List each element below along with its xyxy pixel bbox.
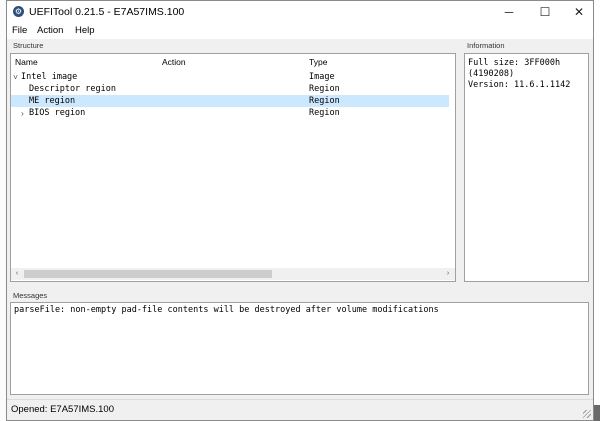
- tree-row-type: Region: [309, 108, 340, 118]
- tree-row-name: Descriptor region: [29, 84, 116, 94]
- tree-row-type: Region: [309, 96, 340, 106]
- info-version: Version: 11.6.1.1142: [468, 80, 571, 90]
- scroll-left-icon[interactable]: ‹: [11, 268, 23, 280]
- window-title: UEFITool 0.21.5 - E7A57IMS.100: [29, 6, 185, 18]
- info-size-decimal: (4190208): [468, 69, 515, 79]
- tree-row-type: Image: [309, 72, 335, 82]
- column-header-type[interactable]: Type: [309, 57, 327, 67]
- message-line[interactable]: parseFile: non-empty pad-file contents w…: [14, 305, 439, 316]
- app-gear-icon: ⚙: [13, 6, 24, 17]
- maximize-button[interactable]: ☐: [529, 1, 561, 23]
- messages-group-label: Messages: [13, 291, 48, 300]
- column-header-name[interactable]: Name: [15, 57, 38, 67]
- structure-group-label: Structure: [13, 41, 44, 50]
- structure-tree[interactable]: Name Action Type ˅ Intel image Image Des…: [10, 53, 456, 282]
- title-bar[interactable]: ⚙ UEFITool 0.21.5 - E7A57IMS.100 ─ ☐ ✕: [7, 1, 593, 23]
- horizontal-scrollbar[interactable]: ‹ ›: [11, 268, 455, 280]
- collapse-chevron-icon[interactable]: ›: [21, 107, 24, 119]
- expand-chevron-icon[interactable]: ˅: [13, 71, 18, 83]
- column-header-action[interactable]: Action: [162, 57, 186, 67]
- tree-row-me-region[interactable]: ME region Region: [11, 95, 449, 107]
- tree-row-intel-image[interactable]: ˅ Intel image Image: [11, 71, 449, 83]
- information-panel[interactable]: Full size: 3FF000h (4190208) Version: 11…: [464, 53, 589, 282]
- status-text: Opened: E7A57IMS.100: [11, 404, 114, 415]
- information-group-label: Information: [467, 41, 505, 50]
- menu-file[interactable]: File: [12, 25, 27, 37]
- tree-row-descriptor-region[interactable]: Descriptor region Region: [11, 83, 449, 95]
- menu-help[interactable]: Help: [75, 25, 95, 37]
- tree-row-name: ME region: [29, 96, 76, 106]
- status-bar: Opened: E7A57IMS.100: [7, 399, 593, 420]
- resize-grip-icon[interactable]: [583, 410, 591, 418]
- menu-bar: File Action Help: [7, 23, 593, 39]
- info-full-size: Full size: 3FF000h: [468, 58, 561, 68]
- tree-row-name: Intel image: [21, 72, 78, 82]
- app-window: ⚙ UEFITool 0.21.5 - E7A57IMS.100 ─ ☐ ✕ F…: [6, 0, 594, 421]
- scrollbar-thumb[interactable]: [24, 270, 272, 278]
- tree-row-bios-region[interactable]: › BIOS region Region: [11, 107, 449, 119]
- scroll-right-icon[interactable]: ›: [442, 268, 454, 280]
- tree-row-name: BIOS region: [29, 108, 86, 118]
- messages-list[interactable]: parseFile: non-empty pad-file contents w…: [10, 302, 589, 395]
- menu-action[interactable]: Action: [37, 25, 63, 37]
- minimize-button[interactable]: ─: [493, 1, 525, 23]
- close-button[interactable]: ✕: [563, 1, 595, 23]
- tree-row-type: Region: [309, 84, 340, 94]
